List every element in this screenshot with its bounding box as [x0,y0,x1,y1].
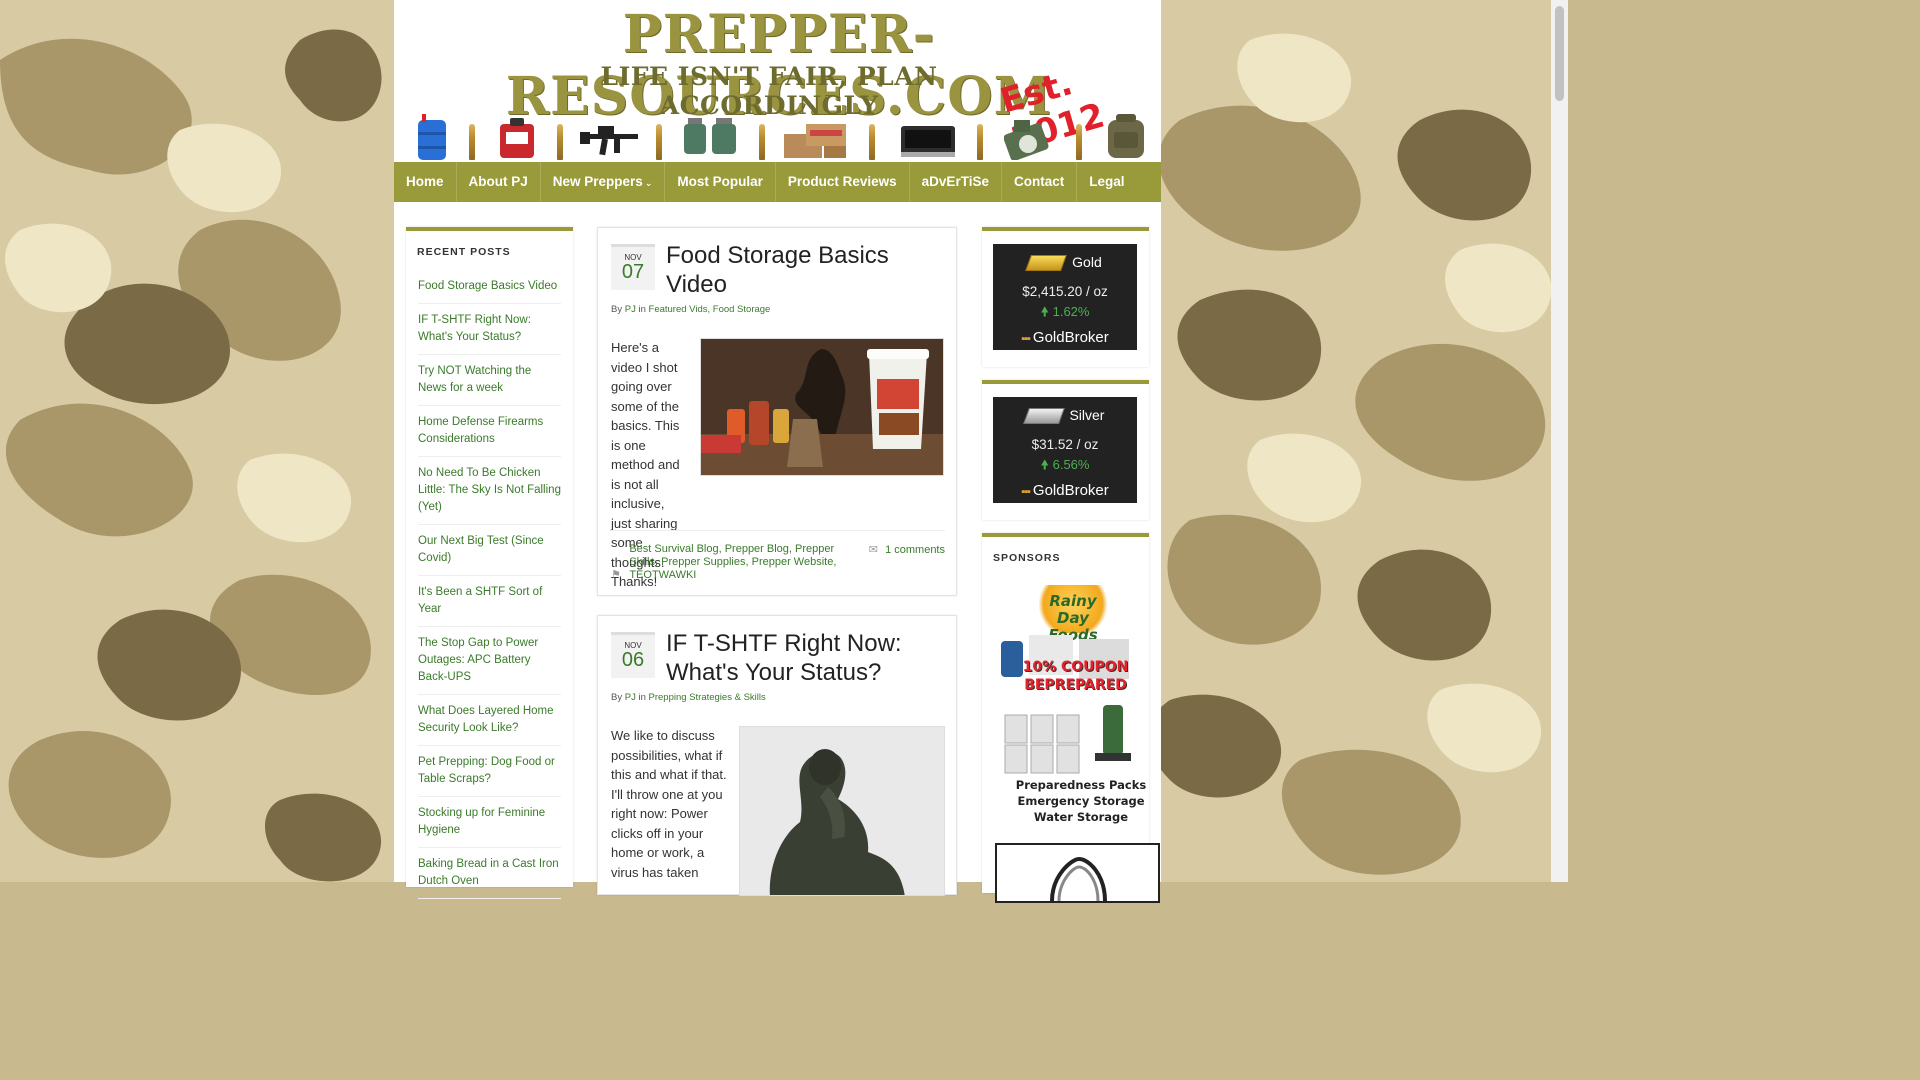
nav-legal[interactable]: Legal [1077,162,1136,202]
page-container: PREPPER-RESOURCES.COM LIFE ISN'T FAIR, P… [394,0,1161,903]
recent-post-link[interactable]: What Does Layered Home Security Look Lik… [418,695,561,746]
post-image-thinker-statue[interactable] [739,726,945,896]
rainy-day-foods-ad[interactable]: Rainy Day Foods 10% COUPON BEPREPARED Pr… [995,581,1147,829]
stoves-icon [684,118,736,154]
post-meta: By PJ in Featured Vids, Food Storage [611,304,771,315]
gold-price-card[interactable]: Gold $2,415.20 / oz 🠝 1.62% ▪▪▪ GoldBroke… [993,244,1137,350]
main-navigation: Home About PJ New Preppers ⌄ Most Popular… [394,162,1161,202]
recent-post-link[interactable]: Home Defense Firearms Considerations [418,406,561,457]
recent-post-link[interactable]: It's Been a SHTF Sort of Year [418,576,561,627]
goldbroker-brand: ▪▪▪ GoldBroker [1021,329,1109,346]
bar-chart-icon: ▪▪▪ [1021,333,1031,345]
compass-icon [1004,120,1049,160]
sponsor-logo-graphic [1050,856,1107,902]
recent-post-link[interactable]: Stocking up for Feminine Hygiene [418,797,561,848]
post-day: 06 [621,649,645,671]
bullet-icon [656,124,662,160]
nav-contact[interactable]: Contact [1002,162,1078,202]
solar-generator-icon [901,126,955,157]
arrow-up-icon: 🠝 [1040,304,1049,319]
bullet-icon [557,124,563,160]
chevron-down-icon: ⌄ [644,178,653,188]
arrow-up-icon: 🠝 [1040,457,1049,472]
post-title[interactable]: Food Storage Basics Video [666,241,946,299]
ad-tagline: Preparedness Packs Emergency Storage Wat… [1015,778,1147,824]
widget-title: SPONSORS [993,552,1061,564]
recent-posts-widget: RECENT POSTS Food Storage Basics Video I… [406,227,573,899]
site-header: PREPPER-RESOURCES.COM LIFE ISN'T FAIR, P… [394,0,1161,162]
recent-post-link[interactable]: Food Storage Basics Video [418,270,561,304]
post-date-badge: NOV 07 [611,244,655,290]
rainy-day-foods-logo: Rainy Day Foods [1033,585,1113,644]
food-supplies-graphic [1001,635,1131,774]
tags-icon: ⚑ [611,569,621,581]
gold-label: Gold [993,250,1137,274]
food-boxes-icon [784,124,846,158]
scrollbar-thumb[interactable] [1555,6,1564,101]
blog-post: NOV 07 Food Storage Basics Video By PJ i… [597,227,957,596]
thinker-statue-photo [740,727,944,895]
recent-post-link[interactable]: Baking Bread in a Cast Iron Dutch Oven [418,848,561,899]
silver-price: $31.52 / oz [1031,437,1099,452]
rifle-icon [580,126,638,156]
gold-bar-icon [1025,255,1068,272]
bullet-icon [469,124,475,160]
recent-posts-list: Food Storage Basics Video IF T-SHTF Righ… [406,270,573,899]
recent-post-link[interactable]: Try NOT Watching the News for a week [418,355,561,406]
nav-product-reviews[interactable]: Product Reviews [776,162,910,202]
first-aid-kit-icon [500,118,534,158]
silver-change: 🠝 6.56% [1040,457,1090,472]
recent-post-link[interactable]: No Need To Be Chicken Little: The Sky Is… [418,457,561,525]
post-date-badge: NOV 06 [611,632,655,678]
silver-price-card[interactable]: Silver $31.52 / oz 🠝 6.56% ▪▪▪ GoldBroker [993,397,1137,503]
bullet-icon [869,124,875,160]
bar-chart-icon: ▪▪▪ [1021,486,1031,498]
page-scrollbar[interactable] [1551,0,1568,882]
nav-most-popular[interactable]: Most Popular [665,162,776,202]
post-month: NOV [624,253,642,262]
sponsor-ad-secondary[interactable] [995,843,1160,903]
bullet-icon [1076,124,1082,160]
nav-home[interactable]: Home [394,162,457,202]
recent-post-link[interactable]: Our Next Big Test (Since Covid) [418,525,561,576]
post-author-link[interactable]: PJ [625,692,636,703]
header-gear-banner [394,110,1161,162]
post-footer: ⚑ Best Survival Blog, Prepper Blog, Prep… [611,530,945,583]
sponsors-widget: SPONSORS Rainy Day Foods 10% COUPON BEPR… [982,533,1160,903]
post-category-links[interactable]: Featured Vids, Food Storage [649,304,771,315]
recent-post-link[interactable]: Pet Prepping: Dog Food or Table Scraps? [418,746,561,797]
post-title[interactable]: IF T-SHTF Right Now: What's Your Status? [666,629,946,687]
nav-new-preppers[interactable]: New Preppers ⌄ [541,162,666,202]
food-storage-photo [701,339,943,475]
silver-label: Silver [993,403,1137,427]
nav-advertise[interactable]: aDvErTiSe [910,162,1002,202]
post-day: 07 [621,261,645,283]
comment-icon: ✉ [868,544,879,556]
bullet-icon [759,124,765,160]
backpack-icon [1108,114,1144,158]
comments-link[interactable]: ✉ 1 comments [869,543,945,556]
post-excerpt: We like to discuss possibilities, what i… [611,728,727,880]
gold-price: $2,415.20 / oz [1022,284,1108,299]
recent-post-link[interactable]: The Stop Gap to Power Outages: APC Batte… [418,627,561,695]
water-barrel-icon [418,114,446,160]
post-meta: By PJ in Prepping Strategies & Skills [611,692,766,703]
silver-bar-icon [1022,408,1065,425]
post-category-links[interactable]: Prepping Strategies & Skills [649,692,766,703]
nav-about[interactable]: About PJ [457,162,541,202]
gold-price-widget: Gold $2,415.20 / oz 🠝 1.62% ▪▪▪ GoldBroke… [982,227,1149,367]
post-month: NOV [624,641,642,650]
post-author-link[interactable]: PJ [625,304,636,315]
blog-post: NOV 06 IF T-SHTF Right Now: What's Your … [597,615,957,896]
silver-price-widget: Silver $31.52 / oz 🠝 6.56% ▪▪▪ GoldBroker [982,380,1149,520]
goldbroker-brand: ▪▪▪ GoldBroker [1021,482,1109,499]
post-tags[interactable]: Best Survival Blog, Prepper Blog, Preppe… [629,543,844,582]
bullet-icon [977,124,983,160]
post-image-food-storage[interactable] [700,338,944,476]
ad-coupon-text: 10% COUPON BEPREPARED [1022,659,1129,693]
gold-change: 🠝 1.62% [1040,304,1090,319]
widget-title: RECENT POSTS [417,246,511,258]
recent-post-link[interactable]: IF T-SHTF Right Now: What's Your Status? [418,304,561,355]
